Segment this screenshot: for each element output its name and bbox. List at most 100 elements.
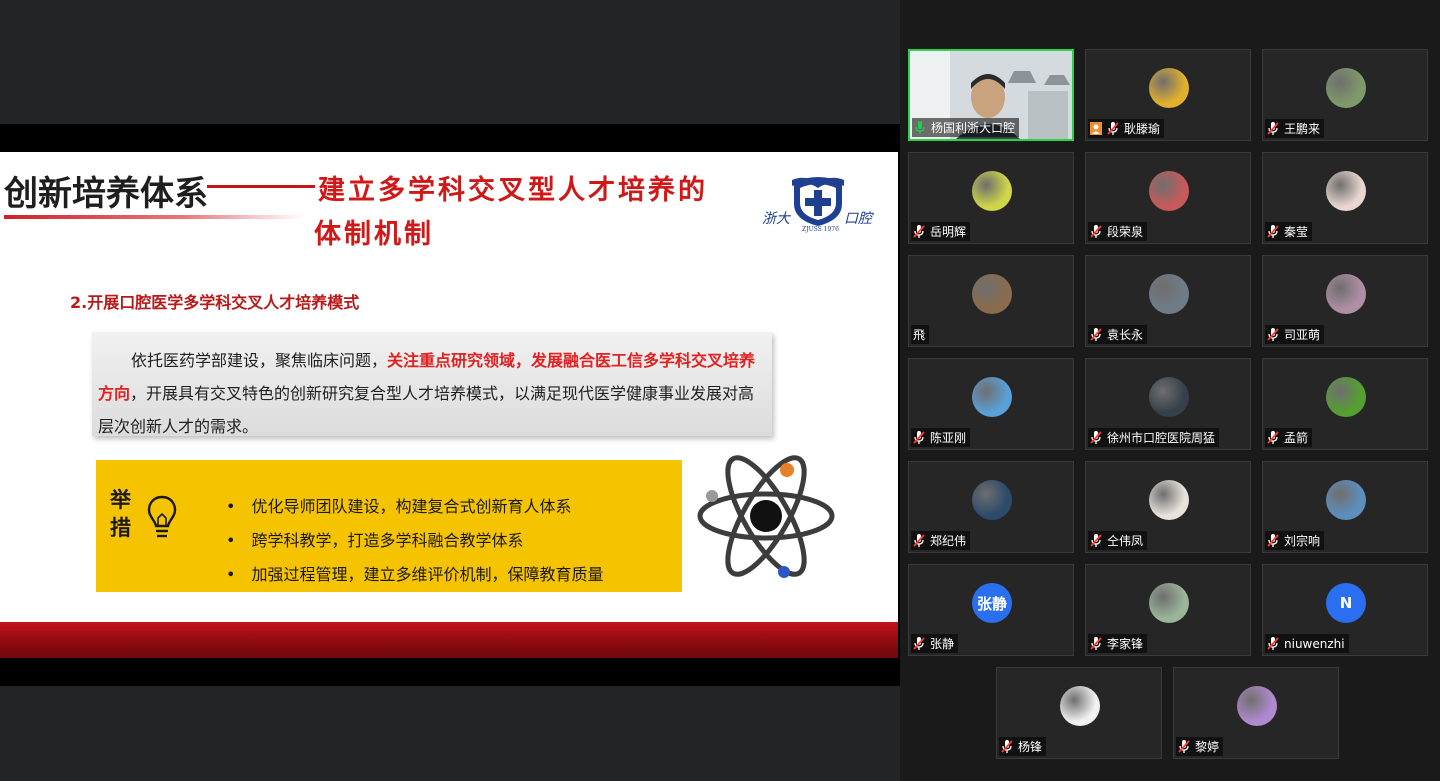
avatar: N (1326, 583, 1366, 623)
microphone-muted-icon (1178, 740, 1190, 753)
microphone-muted-icon (1090, 431, 1102, 444)
measure-item: 优化导师团队建设，构建复合式创新育人体系 (226, 490, 603, 524)
participant-name-bar: 徐州市口腔医院周猛 (1088, 428, 1220, 447)
participant-tile[interactable]: 黎婷 (1173, 667, 1339, 759)
participant-name-bar: 耿滕瑜 (1088, 119, 1165, 138)
participant-name: 杨锋 (1018, 740, 1043, 754)
section-title: 2.开展口腔医学多学科交叉人才培养模式 (70, 293, 360, 312)
avatar (1149, 480, 1189, 520)
participant-tile[interactable]: 刘宗响 (1262, 461, 1428, 553)
participant-tile[interactable]: 王鹏来 (1262, 49, 1428, 141)
avatar (1149, 68, 1189, 108)
avatar-initials: N (1339, 594, 1353, 612)
participant-tile[interactable]: 飛 (908, 255, 1074, 347)
participant-tile[interactable]: 司亚萌 (1262, 255, 1428, 347)
slide-subtitle-line2: 体制机制 (314, 219, 434, 250)
participant-name-bar: 陈亚刚 (911, 428, 971, 447)
participant-name-bar: 杨锋 (999, 737, 1047, 756)
participant-gallery: 杨国利浙大口腔 耿滕瑜 王鹏来岳明辉 段荣泉 秦莹飛 袁长永 司亚萌陈亚刚 徐州市口腔医院周猛… (900, 0, 1440, 781)
presentation-slide: 创新培养体系 建立多学科交叉型人才培养的 体制机制 浙大 口腔 ZJUSS 19… (0, 152, 898, 658)
microphone-muted-icon (913, 637, 925, 650)
slide-title: 创新培养体系 (4, 174, 208, 214)
description-text: 依托医药学部建设，聚焦临床问题，关注重点研究领域，发展融合医工信多学科交叉培养方… (98, 344, 766, 443)
microphone-muted-icon (1267, 637, 1279, 650)
description-part2: ，开展具有交叉特色的创新研究复合型人才培养模式，以满足现代医学健康事业发展对高层… (98, 384, 755, 436)
participant-tile[interactable]: 张静 张静 (908, 564, 1074, 656)
participant-name: niuwenzhi (1284, 636, 1345, 651)
microphone-muted-icon (1090, 328, 1102, 341)
avatar (1149, 583, 1189, 623)
microphone-muted-icon (1090, 534, 1102, 547)
avatar (972, 171, 1012, 211)
microphone-muted-icon (1090, 637, 1102, 650)
participant-name-bar: 张静 (911, 634, 959, 653)
participant-name-bar: 岳明辉 (911, 222, 971, 241)
participant-name: 仝伟凤 (1107, 534, 1144, 548)
participant-name-bar: 袁长永 (1088, 325, 1148, 344)
participant-name: 杨国利浙大口腔 (931, 121, 1016, 135)
participant-name-bar: 秦莹 (1265, 222, 1313, 241)
participant-name: 耿滕瑜 (1124, 122, 1161, 136)
microphone-muted-icon (1090, 225, 1102, 238)
avatar (972, 377, 1012, 417)
participant-tile[interactable]: 耿滕瑜 (1085, 49, 1251, 141)
university-logo: 浙大 口腔 ZJUSS 1976 (762, 170, 874, 233)
participant-name: 飛 (913, 328, 926, 342)
microphone-muted-icon (913, 431, 925, 444)
participant-tile[interactable]: 段荣泉 (1085, 152, 1251, 244)
description-box: 依托医药学部建设，聚焦临床问题，关注重点研究领域，发展融合医工信多学科交叉培养方… (92, 332, 772, 436)
participant-tile[interactable]: Nniuwenzhi (1262, 564, 1428, 656)
participant-tile[interactable]: 岳明辉 (908, 152, 1074, 244)
avatar (1326, 171, 1366, 211)
avatar (1149, 171, 1189, 211)
participant-name: 司亚萌 (1284, 328, 1321, 342)
participant-name-bar: 孟箭 (1265, 428, 1313, 447)
person-icon (1090, 122, 1102, 135)
participant-name-bar: 黎婷 (1176, 737, 1224, 756)
participant-name: 黎婷 (1195, 740, 1220, 754)
participant-name: 段荣泉 (1107, 225, 1144, 239)
participant-tile[interactable]: 孟箭 (1262, 358, 1428, 450)
title-dash (207, 185, 315, 188)
participant-name: 徐州市口腔医院周猛 (1107, 431, 1216, 445)
participant-tile[interactable]: 杨锋 (996, 667, 1162, 759)
participant-name-bar: 郑纪伟 (911, 531, 971, 550)
participant-tile[interactable]: 仝伟凤 (1085, 461, 1251, 553)
slide-footer-band (0, 622, 898, 658)
microphone-muted-icon (913, 534, 925, 547)
participant-tile[interactable]: 秦莹 (1262, 152, 1428, 244)
participant-name-bar: 杨国利浙大口腔 (912, 118, 1020, 137)
participant-tile[interactable]: 李家锋 (1085, 564, 1251, 656)
screen-share-area: 创新培养体系 建立多学科交叉型人才培养的 体制机制 浙大 口腔 ZJUSS 19… (0, 0, 900, 781)
measures-list: 优化导师团队建设，构建复合式创新育人体系 跨学科教学，打造多学科融合教学体系 加… (226, 490, 603, 592)
participant-name: 李家锋 (1107, 637, 1144, 651)
participant-name: 岳明辉 (930, 225, 967, 239)
microphone-muted-icon (1001, 740, 1013, 753)
participant-name: 袁长永 (1107, 328, 1144, 342)
avatar: 张静 (972, 583, 1012, 623)
participant-name-bar: niuwenzhi (1265, 634, 1349, 653)
participant-tile[interactable]: 袁长永 (1085, 255, 1251, 347)
avatar (1060, 686, 1100, 726)
participant-name: 张静 (930, 637, 955, 651)
measures-label: 举措 (110, 487, 131, 540)
microphone-muted-icon (1267, 225, 1279, 238)
avatar (1326, 274, 1366, 314)
microphone-muted-icon (1267, 431, 1279, 444)
avatar (1237, 686, 1277, 726)
avatar (1326, 480, 1366, 520)
avatar (972, 480, 1012, 520)
participant-name-bar: 飛 (911, 325, 930, 344)
slide-subtitle-line1: 建立多学科交叉型人才培养的 (318, 175, 708, 206)
lightbulb-icon (147, 495, 177, 538)
participant-tile[interactable]: 徐州市口腔医院周猛 (1085, 358, 1251, 450)
participant-name-bar: 刘宗响 (1265, 531, 1325, 550)
microphone-icon (915, 121, 925, 134)
avatar-initials: 张静 (976, 594, 1007, 613)
participant-tile[interactable]: 杨国利浙大口腔 (908, 49, 1074, 141)
logo-text-right: 口腔 (844, 211, 872, 227)
avatar (972, 274, 1012, 314)
participant-name: 陈亚刚 (930, 431, 967, 445)
participant-tile[interactable]: 郑纪伟 (908, 461, 1074, 553)
participant-tile[interactable]: 陈亚刚 (908, 358, 1074, 450)
